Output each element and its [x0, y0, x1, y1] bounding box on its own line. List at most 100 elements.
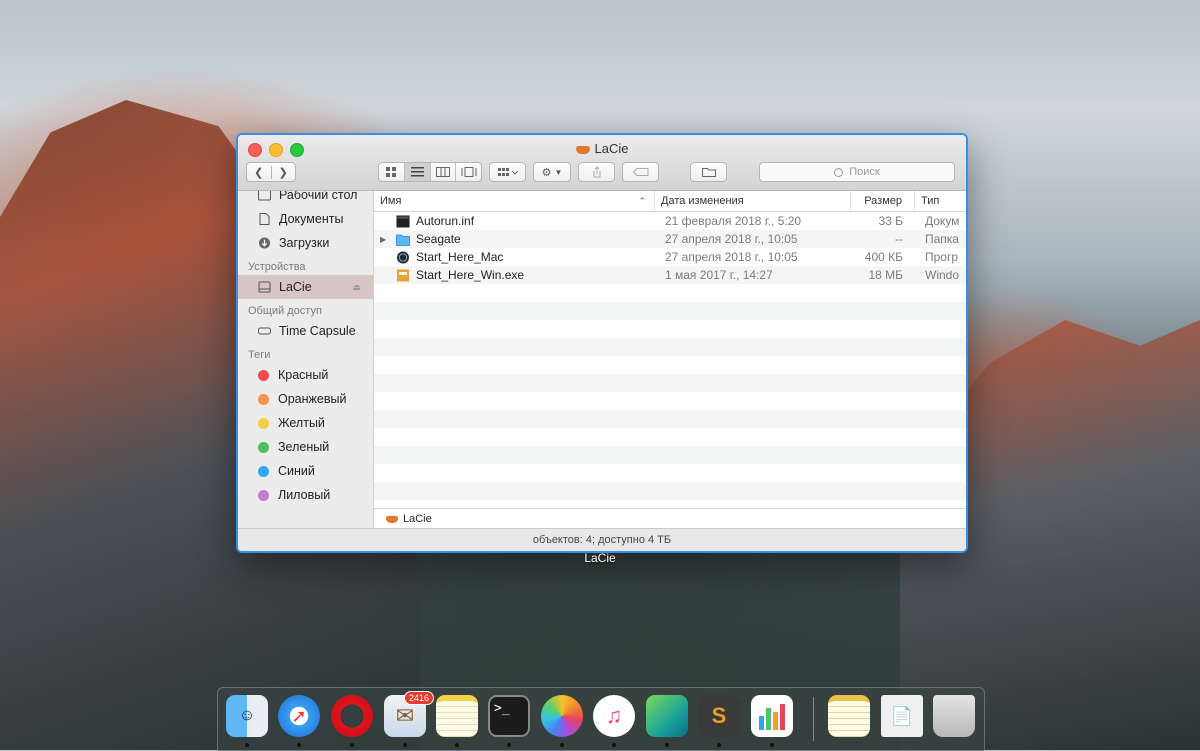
file-list-area: Имя ⌃ Дата изменения Размер Тип Autorun.i… — [374, 191, 966, 529]
terminal-icon[interactable]: >_ — [488, 695, 530, 737]
empty-row — [374, 284, 966, 302]
opera-icon[interactable] — [331, 695, 373, 737]
sidebar-tag-orange[interactable]: Оранжевый — [238, 387, 373, 411]
empty-row — [374, 410, 966, 428]
running-indicator — [403, 743, 407, 747]
empty-row — [374, 446, 966, 464]
folder-icon — [396, 234, 410, 246]
column-view-button[interactable] — [431, 163, 457, 181]
trash-icon[interactable] — [933, 695, 975, 737]
desktop-icon — [258, 191, 271, 201]
empty-row — [374, 428, 966, 446]
sidebar-item-downloads[interactable]: Загрузки — [238, 231, 373, 255]
tag-yellow-dot — [258, 417, 269, 429]
view-mode-buttons — [378, 162, 482, 182]
table-row[interactable]: Start_Here_Win.exe 1 мая 2017 г., 14:27 … — [374, 266, 966, 284]
finder-icon[interactable]: ☺ — [226, 695, 268, 737]
photos-icon[interactable] — [541, 695, 583, 737]
sublime-text-icon[interactable]: S — [698, 695, 740, 737]
sidebar-item-time-capsule[interactable]: Time Capsule — [238, 319, 373, 343]
notes-icon[interactable] — [436, 695, 478, 737]
list-view-icon — [410, 167, 424, 177]
new-folder-button[interactable] — [690, 162, 727, 182]
document-icon — [396, 215, 410, 227]
sidebar-tag-green[interactable]: Зеленый — [238, 435, 373, 459]
forward-button[interactable]: ❯ — [272, 166, 296, 179]
sort-ascending-icon: ⌃ — [638, 195, 646, 206]
gallery-view-button[interactable] — [456, 163, 481, 181]
sidebar-tag-red[interactable]: Красный — [238, 363, 373, 387]
sidebar-tag-yellow[interactable]: Желтый — [238, 411, 373, 435]
column-name[interactable]: Имя ⌃ — [374, 191, 655, 211]
notes-document-icon[interactable] — [828, 695, 870, 737]
column-view-icon — [435, 167, 450, 177]
disclosure-triangle-icon[interactable]: ▶ — [380, 235, 392, 244]
empty-row — [374, 302, 966, 320]
documents-icon — [259, 213, 270, 225]
empty-row — [374, 482, 966, 500]
arrange-icon — [497, 168, 518, 176]
gear-icon: ⚙ — [541, 166, 552, 179]
desktop-drive-label[interactable]: LaCie — [570, 551, 630, 565]
tag-button[interactable] — [622, 162, 659, 182]
sidebar-item-desktop[interactable]: Рабочий стол — [238, 191, 373, 207]
tag-red-dot — [258, 369, 269, 381]
file-rows: Autorun.inf 21 февраля 2018 г., 5:20 33 … — [374, 212, 966, 500]
app-icon[interactable] — [646, 695, 688, 737]
sidebar-header-devices: Устройства — [248, 261, 306, 273]
dock: ☺ ➚ ✉ 2416 >_ ♫ S 📄 — [217, 687, 985, 751]
column-size[interactable]: Размер — [851, 191, 915, 211]
column-kind[interactable]: Тип — [915, 191, 966, 211]
unread-badge: 2416 — [403, 691, 434, 705]
share-button[interactable] — [578, 162, 615, 182]
arrange-button[interactable] — [489, 162, 526, 182]
action-button[interactable]: ⚙ ▼ — [533, 162, 571, 182]
path-item[interactable]: LaCie — [403, 513, 432, 525]
icon-view-button[interactable] — [379, 163, 405, 181]
icon-view-icon — [385, 166, 396, 177]
exe-icon — [397, 269, 409, 281]
sidebar-header-shared: Общий доступ — [248, 305, 322, 317]
back-button[interactable]: ❮ — [247, 165, 272, 179]
title-bar[interactable]: LaCie ❮ ❯ ⚙ ▼ Поиск — [238, 135, 966, 191]
itunes-icon[interactable]: ♫ — [593, 695, 635, 737]
mac-app-icon — [396, 250, 410, 264]
tag-purple-dot — [258, 489, 269, 501]
search-field[interactable]: Поиск — [759, 162, 955, 182]
sidebar: Рабочий стол Документы Загрузки Устройст… — [238, 191, 374, 529]
sidebar-tag-blue[interactable]: Синий — [238, 459, 373, 483]
document-stack-icon[interactable]: 📄 — [881, 695, 923, 737]
toolbar: ❮ ❯ ⚙ ▼ Поиск — [246, 162, 958, 184]
table-row[interactable]: Start_Here_Mac 27 апреля 2018 г., 10:05 … — [374, 248, 966, 266]
drive-icon — [575, 145, 590, 154]
table-row[interactable]: ▶ Seagate 27 апреля 2018 г., 10:05 -- Па… — [374, 230, 966, 248]
empty-row — [374, 320, 966, 338]
chevron-down-icon: ▼ — [554, 167, 563, 177]
running-indicator — [350, 743, 354, 747]
running-indicator — [612, 743, 616, 747]
running-indicator — [665, 743, 669, 747]
new-folder-icon — [701, 168, 716, 177]
column-date[interactable]: Дата изменения — [655, 191, 851, 211]
empty-row — [374, 464, 966, 482]
dock-separator — [813, 697, 814, 741]
eject-icon[interactable]: ⏏ — [352, 282, 361, 293]
list-view-button[interactable] — [404, 163, 431, 181]
safari-icon[interactable]: ➚ — [278, 695, 320, 737]
empty-row — [374, 374, 966, 392]
table-row[interactable]: Autorun.inf 21 февраля 2018 г., 5:20 33 … — [374, 212, 966, 230]
numbers-icon[interactable] — [751, 695, 793, 737]
sidebar-item-lacie[interactable]: LaCie ⏏ — [238, 275, 373, 299]
sidebar-item-documents[interactable]: Документы — [238, 207, 373, 231]
running-indicator — [770, 743, 774, 747]
gallery-view-icon — [461, 167, 477, 177]
mail-icon[interactable]: ✉ 2416 — [384, 691, 434, 737]
window-title: LaCie — [238, 141, 966, 156]
sidebar-tag-purple[interactable]: Лиловый — [238, 483, 373, 507]
drive-icon — [386, 515, 398, 523]
sidebar-header-tags: Теги — [248, 349, 271, 361]
tag-blue-dot — [258, 465, 269, 477]
bar-chart-icon — [759, 704, 785, 730]
tag-orange-dot — [258, 393, 269, 405]
empty-row — [374, 392, 966, 410]
